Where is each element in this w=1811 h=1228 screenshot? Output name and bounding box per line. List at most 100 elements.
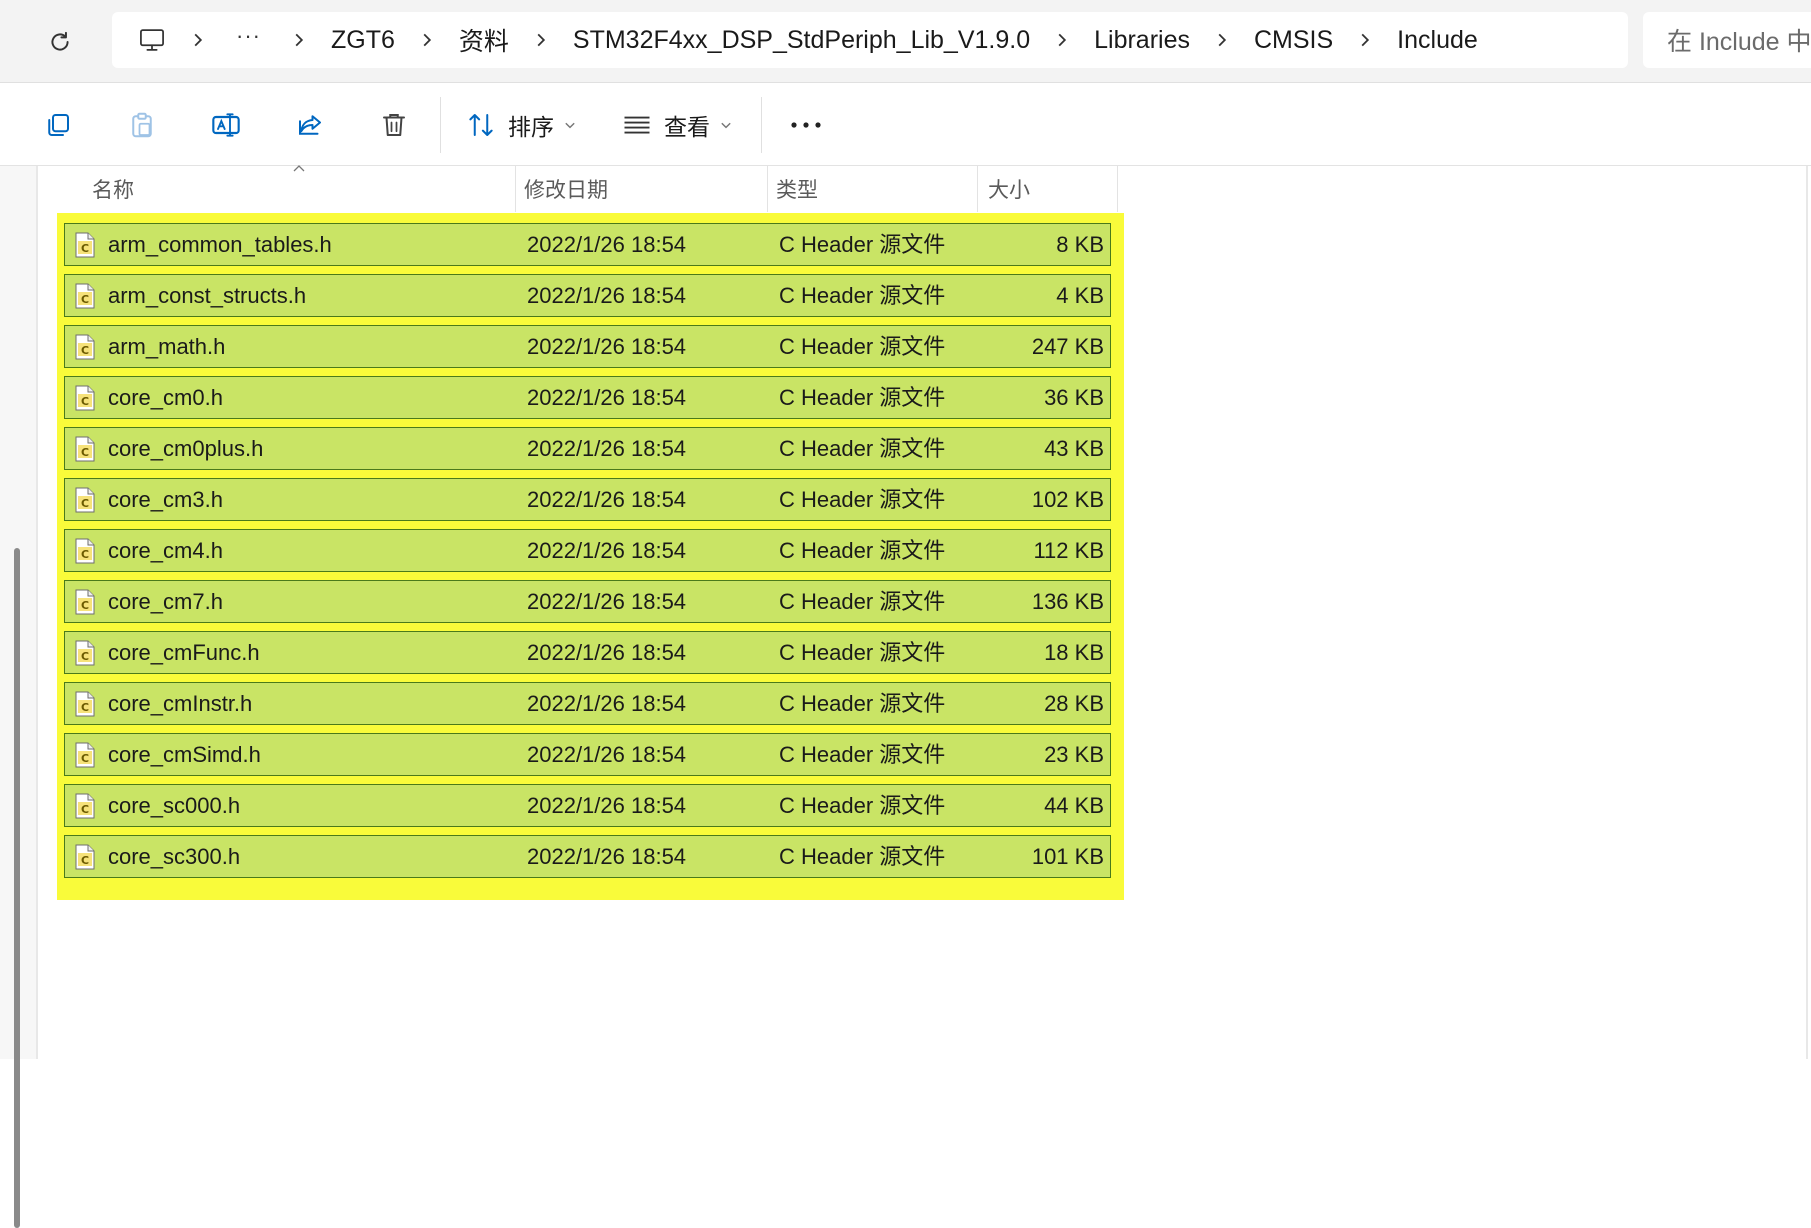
sort-menu-button[interactable]: 排序 [466,101,576,149]
file-row[interactable]: C arm_const_structs.h 2022/1/26 18:54 C … [64,274,1111,317]
file-size: 18 KB [1044,640,1104,665]
column-modified[interactable]: 修改日期 [516,166,768,212]
file-type: C Header 源文件 [779,283,946,308]
view-menu-button[interactable]: 查看 [622,101,732,149]
share-icon [299,115,321,135]
this-pc-button[interactable] [130,18,174,62]
column-modified-label: 修改日期 [524,179,608,202]
file-modified: 2022/1/26 18:54 [527,742,687,767]
column-size-label: 大小 [988,179,1030,202]
file-row[interactable]: C core_cm7.h 2022/1/26 18:54 C Header 源文… [64,580,1111,623]
file-row[interactable]: C core_cmSimd.h 2022/1/26 18:54 C Header… [64,733,1111,776]
svg-text:C: C [81,446,89,459]
file-modified: 2022/1/26 18:54 [527,283,687,308]
refresh-icon [51,31,69,51]
svg-text:C: C [81,344,89,357]
breadcrumb[interactable]: ··· ZGT6 资料 STM32F4xx_DSP_StdPeriph_Lib_… [112,12,1628,68]
file-row[interactable]: C core_sc000.h 2022/1/26 18:54 C Header … [64,784,1111,827]
trash-icon [383,114,405,136]
column-name[interactable]: 名称 [38,166,516,212]
breadcrumb-item[interactable]: ZGT6 [323,26,403,55]
file-size: 136 KB [1031,589,1104,614]
rename-icon [212,113,240,137]
details-pane-divider [1806,166,1808,1059]
breadcrumb-item[interactable]: 资料 [451,22,517,58]
svg-text:C: C [81,854,89,867]
view-label: 查看 [664,114,710,140]
c-header-file-icon: C [75,385,95,411]
file-modified: 2022/1/26 18:54 [527,334,687,359]
c-header-file-icon: C [75,538,95,564]
pane-divider[interactable] [36,166,38,1059]
chevron-down-icon [721,122,731,129]
file-type: C Header 源文件 [779,436,946,461]
sort-label: 排序 [508,114,554,140]
file-size: 102 KB [1031,487,1104,512]
file-row[interactable]: C core_cm0.h 2022/1/26 18:54 C Header 源文… [64,376,1111,419]
rename-button[interactable] [204,103,248,147]
view-list-icon [624,116,650,134]
column-type[interactable]: 类型 [768,166,978,212]
command-bar: 排序 查看 [0,83,1811,166]
chevron-right-icon [174,33,222,47]
svg-text:C: C [81,701,89,714]
file-size: 247 KB [1031,334,1104,359]
breadcrumb-item[interactable]: Libraries [1086,26,1198,55]
search-input[interactable]: 在 Include 中 [1643,12,1811,68]
c-header-file-icon: C [75,487,95,513]
refresh-button[interactable] [40,22,80,62]
c-header-file-icon: C [75,436,95,462]
file-type: C Header 源文件 [779,385,946,410]
file-modified: 2022/1/26 18:54 [527,844,687,869]
column-size[interactable]: 大小 [978,166,1118,212]
breadcrumb-current[interactable]: Include [1389,26,1486,55]
breadcrumb-overflow[interactable]: ··· [222,23,275,57]
chevron-right-icon [1198,33,1246,47]
copy-button[interactable] [36,103,80,147]
address-bar: ··· ZGT6 资料 STM32F4xx_DSP_StdPeriph_Lib_… [0,0,1811,83]
sort-icon [469,114,493,136]
file-name: core_cm0plus.h [108,436,264,461]
breadcrumb-item[interactable]: CMSIS [1246,26,1341,55]
column-header: 名称 修改日期 类型 大小 [38,165,1118,212]
file-row[interactable]: C core_sc300.h 2022/1/26 18:54 C Header … [64,835,1111,878]
file-modified: 2022/1/26 18:54 [527,487,687,512]
file-row[interactable]: C core_cm3.h 2022/1/26 18:54 C Header 源文… [64,478,1111,521]
chevron-right-icon [517,33,565,47]
chevron-right-icon [403,33,451,47]
file-type: C Header 源文件 [779,334,946,359]
breadcrumb-item[interactable]: STM32F4xx_DSP_StdPeriph_Lib_V1.9.0 [565,26,1038,55]
c-header-file-icon: C [75,283,95,309]
file-row[interactable]: C arm_math.h 2022/1/26 18:54 C Header 源文… [64,325,1111,368]
file-row[interactable]: C core_cmFunc.h 2022/1/26 18:54 C Header… [64,631,1111,674]
file-size: 8 KB [1056,232,1104,257]
file-row[interactable]: C core_cmInstr.h 2022/1/26 18:54 C Heade… [64,682,1111,725]
file-row[interactable]: C arm_common_tables.h 2022/1/26 18:54 C … [64,223,1111,266]
svg-text:C: C [81,803,89,816]
file-size: 36 KB [1044,385,1104,410]
file-type: C Header 源文件 [779,589,946,614]
c-header-file-icon: C [75,844,95,870]
file-name: core_sc300.h [108,844,241,869]
file-modified: 2022/1/26 18:54 [527,538,687,563]
chevron-right-icon [1341,33,1389,47]
chevron-down-icon [565,122,575,129]
paste-button[interactable] [120,103,164,147]
file-size: 43 KB [1044,436,1104,461]
nav-scrollbar[interactable] [14,548,20,1228]
share-button[interactable] [288,103,332,147]
file-modified: 2022/1/26 18:54 [527,436,687,461]
chevron-right-icon [275,33,323,47]
paste-icon [132,112,152,138]
more-options-button[interactable] [782,103,830,147]
delete-button[interactable] [372,103,416,147]
file-type: C Header 源文件 [779,640,946,665]
file-type: C Header 源文件 [779,487,946,512]
sort-ascending-icon [293,165,305,172]
file-row[interactable]: C core_cm0plus.h 2022/1/26 18:54 C Heade… [64,427,1111,470]
copy-icon [48,114,69,136]
file-row[interactable]: C core_cm4.h 2022/1/26 18:54 C Header 源文… [64,529,1111,572]
computer-icon [140,29,164,51]
file-modified: 2022/1/26 18:54 [527,385,687,410]
more-icon [791,122,821,128]
